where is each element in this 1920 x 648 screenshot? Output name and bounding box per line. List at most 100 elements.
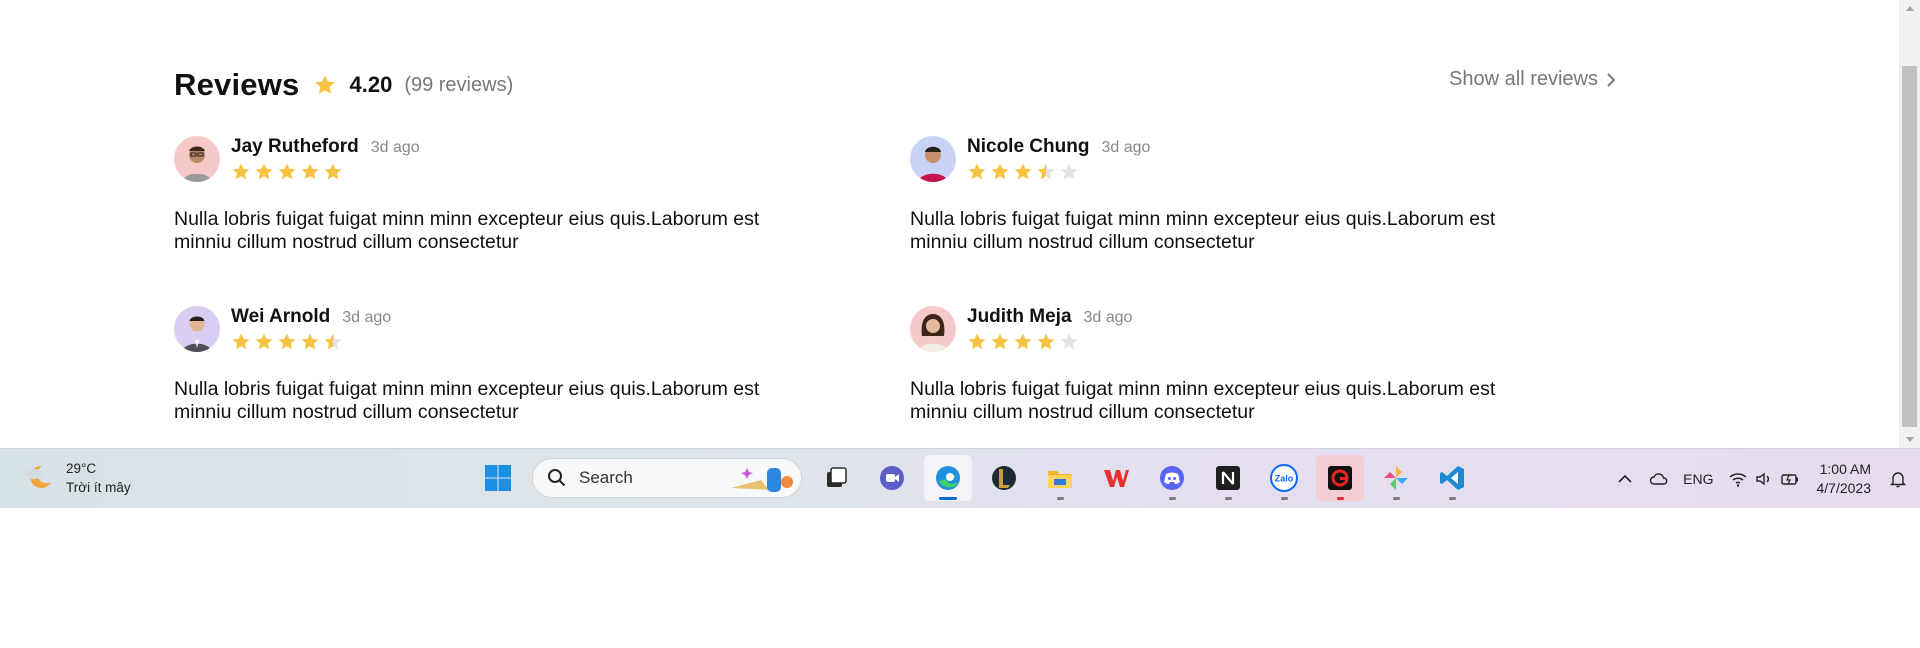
windows-icon: [485, 465, 511, 491]
scroll-down-arrow[interactable]: [1899, 431, 1920, 448]
chevron-right-icon: [1607, 72, 1616, 87]
star-filled-icon: [1014, 333, 1032, 350]
star-icon: [315, 75, 336, 94]
search-placeholder: Search: [579, 468, 633, 487]
show-hidden-icons-button[interactable]: [1615, 459, 1635, 499]
star-filled-icon: [968, 333, 986, 350]
running-indicator: [1393, 497, 1400, 500]
show-all-reviews-link[interactable]: Show all reviews: [1449, 68, 1616, 91]
taskbar-app-pinwheel[interactable]: [1372, 455, 1420, 501]
taskbar-app-meet[interactable]: [868, 455, 916, 501]
star-rating: [231, 332, 391, 352]
running-indicator: [1057, 497, 1064, 500]
review-date: 3d ago: [1101, 139, 1151, 156]
edge-icon: [936, 466, 960, 490]
zalo-icon: Zalo: [1270, 464, 1298, 492]
show-all-reviews-label: Show all reviews: [1449, 68, 1598, 90]
review-card: Wei Arnold 3d ago Nulla lobris fuigat fu…: [174, 306, 814, 424]
star-filled-icon: [255, 163, 273, 180]
star-filled-icon: [968, 163, 986, 180]
average-rating: 4.20: [349, 72, 393, 97]
speaker-icon: [1755, 472, 1769, 486]
running-indicator: [1337, 497, 1344, 500]
network-volume-battery[interactable]: [1728, 459, 1800, 499]
wps-office-icon: [1104, 470, 1129, 487]
league-of-legends-icon: [992, 466, 1016, 490]
reviews-header: Reviews 4.20 (99 reviews): [174, 60, 1616, 110]
review-date: 3d ago: [1083, 309, 1133, 326]
star-filled-icon: [232, 163, 250, 180]
chat-camera-icon: [880, 466, 904, 490]
discord-icon: [1160, 466, 1184, 490]
language-indicator[interactable]: ENG: [1683, 459, 1713, 499]
taskbar-app-file-explorer[interactable]: [1036, 455, 1084, 501]
taskbar-app-edge[interactable]: [924, 455, 972, 501]
moon-cloud-icon: [26, 465, 51, 488]
star-filled-icon: [232, 333, 250, 350]
task-view-icon: [827, 467, 847, 487]
review-card: Judith Meja 3d ago Nulla lobris fuigat f…: [910, 306, 1550, 424]
taskbar-app-vscode[interactable]: [1428, 455, 1476, 501]
taskbar: 29°C Trời ít mây Search Zalo ENG 1:00 AM…: [0, 448, 1920, 508]
search-highlight-illustration: [731, 468, 793, 492]
star-filled-icon: [991, 333, 1009, 350]
onedrive-button[interactable]: [1649, 459, 1669, 499]
clock-date: 4/7/2023: [1816, 480, 1872, 496]
weather-description: Trời ít mây: [66, 480, 131, 495]
taskbar-app-garena[interactable]: [1316, 455, 1364, 501]
review-text: Nulla lobris fuigat fuigat minn minn exc…: [174, 378, 760, 423]
star-filled-icon: [278, 333, 296, 350]
reviews-title: Reviews: [174, 67, 300, 102]
star-filled-icon: [255, 333, 273, 350]
folder-icon: [1048, 471, 1072, 488]
star-empty-icon: [1060, 163, 1078, 180]
svg-text:Zalo: Zalo: [1275, 474, 1294, 484]
avatar: [174, 306, 220, 352]
running-indicator: [1449, 497, 1456, 500]
notification-button[interactable]: [1888, 459, 1908, 499]
taskbar-app-wps-office[interactable]: [1092, 455, 1140, 501]
star-filled-icon: [301, 163, 319, 180]
taskbar-search[interactable]: Search: [532, 458, 802, 498]
search-icon: [548, 469, 566, 487]
scroll-thumb[interactable]: [1902, 66, 1917, 427]
star-rating: [231, 162, 420, 182]
weather-widget[interactable]: 29°C Trời ít mây: [22, 459, 131, 497]
review-date: 3d ago: [342, 309, 392, 326]
notion-icon: [1216, 466, 1240, 490]
notification-bell-icon: [1889, 472, 1907, 488]
start-button[interactable]: [474, 455, 522, 501]
reviewer-name: Wei Arnold: [231, 306, 331, 327]
taskbar-app-discord[interactable]: [1148, 455, 1196, 501]
vertical-scrollbar[interactable]: [1899, 0, 1920, 448]
wifi-icon: [1729, 473, 1746, 487]
scroll-up-arrow[interactable]: [1899, 0, 1920, 17]
chevron-up-icon: [1618, 474, 1632, 483]
review-text: Nulla lobris fuigat fuigat minn minn exc…: [910, 378, 1496, 423]
pinwheel-icon: [1384, 466, 1408, 490]
taskbar-app-zalo[interactable]: Zalo: [1260, 455, 1308, 501]
task-view-button[interactable]: [812, 455, 860, 501]
reviews-section: Reviews 4.20 (99 reviews) Show all revie…: [174, 60, 1616, 423]
star-filled-icon: [278, 163, 296, 180]
review-text: Nulla lobris fuigat fuigat minn minn exc…: [910, 208, 1496, 253]
star-filled-icon: [1037, 333, 1055, 350]
cloud-icon: [1649, 473, 1668, 485]
review-count: (99 reviews): [404, 73, 514, 96]
reviewer-name: Jay Rutheford: [231, 136, 359, 157]
garena-icon: [1328, 466, 1352, 490]
taskbar-app-notion[interactable]: [1204, 455, 1252, 501]
star-half-icon: [1037, 163, 1055, 180]
star-filled-icon: [324, 163, 342, 180]
running-indicator: [1225, 497, 1232, 500]
star-rating: [967, 162, 1150, 182]
star-empty-icon: [1060, 333, 1078, 350]
vs-code-icon: [1440, 466, 1464, 490]
reviewer-name: Nicole Chung: [967, 136, 1090, 157]
taskbar-app-league[interactable]: [980, 455, 1028, 501]
browser-viewport: Reviews 4.20 (99 reviews) Show all revie…: [0, 0, 1920, 448]
clock-time: 1:00 AM: [1819, 461, 1871, 477]
clock[interactable]: 1:00 AM 4/7/2023: [1817, 460, 1872, 498]
review-text: Nulla lobris fuigat fuigat minn minn exc…: [174, 208, 760, 253]
running-indicator: [1281, 497, 1288, 500]
